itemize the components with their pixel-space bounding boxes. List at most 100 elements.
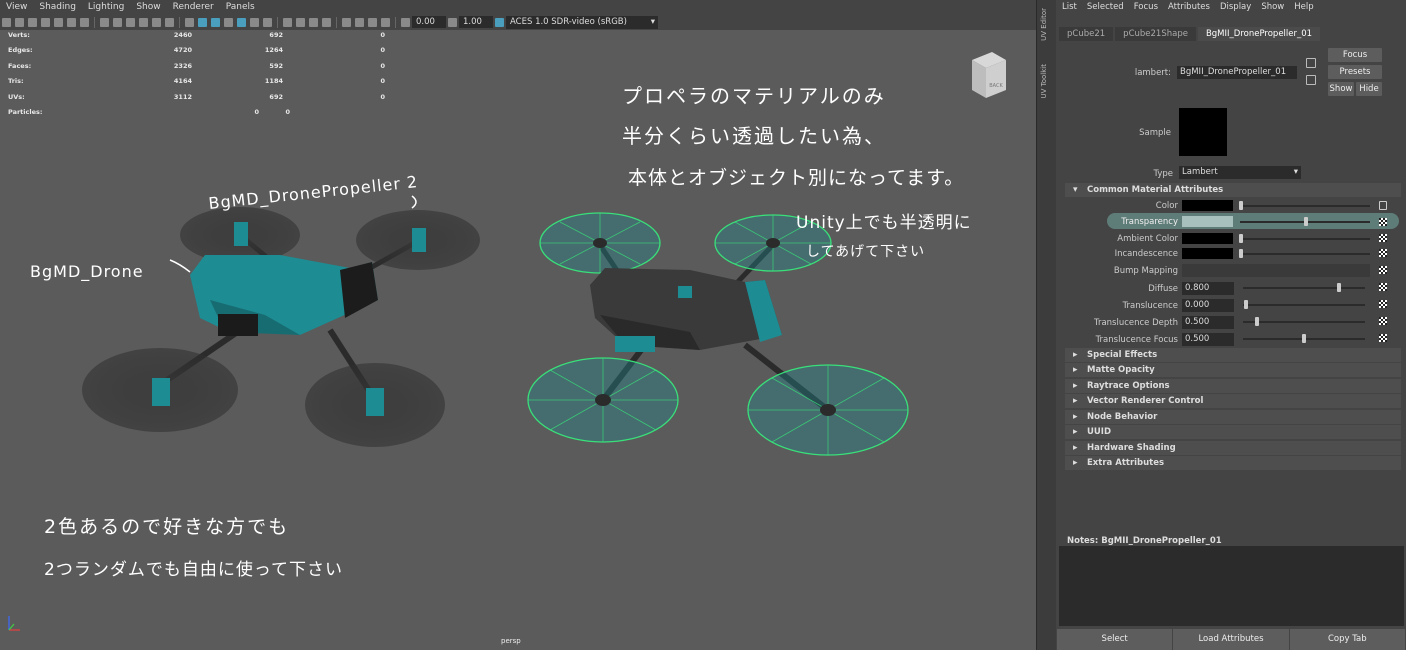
pan-zoom-icon[interactable]	[67, 17, 76, 27]
section-vector-renderer[interactable]: Vector Renderer Control	[1065, 394, 1401, 408]
bump-map-icon[interactable]	[1379, 266, 1387, 274]
ae-menu-help[interactable]: Help	[1289, 2, 1318, 12]
select-input-icon[interactable]	[1306, 58, 1316, 68]
ae-menu-display[interactable]: Display	[1215, 2, 1256, 12]
ae-menu-focus[interactable]: Focus	[1129, 2, 1163, 12]
image-plane-icon[interactable]	[41, 17, 50, 27]
translucence-slider-knob[interactable]	[1244, 300, 1248, 309]
wireframe-on-shaded-icon[interactable]	[224, 17, 233, 27]
drone-teal-model[interactable]	[82, 207, 480, 447]
ambient-occlusion-icon[interactable]	[283, 17, 292, 27]
ae-menu-attributes[interactable]: Attributes	[1163, 2, 1215, 12]
dof-icon[interactable]	[322, 17, 331, 27]
section-common-material[interactable]: Common Material Attributes	[1065, 183, 1401, 197]
hide-button[interactable]: Hide	[1356, 82, 1382, 96]
translucence-focus-map-icon[interactable]	[1379, 334, 1387, 342]
section-uuid[interactable]: UUID	[1065, 425, 1401, 439]
tab-pcube21shape[interactable]: pCube21Shape	[1115, 27, 1196, 41]
isolate-icon[interactable]	[342, 17, 351, 27]
translucence-focus-slider-knob[interactable]	[1302, 334, 1306, 343]
section-matte-opacity[interactable]: Matte Opacity	[1065, 363, 1401, 377]
incandescence-slider[interactable]	[1240, 253, 1370, 255]
ambient-map-icon[interactable]	[1379, 234, 1387, 242]
ambient-slider-knob[interactable]	[1239, 234, 1243, 243]
focus-button[interactable]: Focus	[1328, 48, 1382, 62]
select-button[interactable]: Select	[1057, 629, 1173, 650]
camera-attr-icon[interactable]	[15, 17, 24, 27]
translucence-depth-map-icon[interactable]	[1379, 317, 1387, 325]
menu-view[interactable]: View	[0, 2, 33, 12]
incandescence-swatch[interactable]	[1182, 248, 1233, 259]
ae-menu-list[interactable]: List	[1057, 2, 1082, 12]
section-node-behavior[interactable]: Node Behavior	[1065, 410, 1401, 424]
bump-mapping-field[interactable]	[1182, 264, 1370, 277]
diffuse-map-icon[interactable]	[1379, 283, 1387, 291]
view-transform-dropdown[interactable]: ACES 1.0 SDR-video (sRGB)	[506, 15, 658, 29]
camera-icon[interactable]	[2, 17, 11, 27]
material-name-field[interactable]: BgMII_DronePropeller_01	[1177, 66, 1297, 79]
incandescence-map-icon[interactable]	[1379, 249, 1387, 257]
select-output-icon[interactable]	[1306, 75, 1316, 85]
load-attributes-button[interactable]: Load Attributes	[1173, 629, 1289, 650]
diffuse-field[interactable]: 0.800	[1182, 282, 1234, 295]
color-swatch[interactable]	[1182, 200, 1233, 211]
diffuse-slider[interactable]	[1243, 287, 1365, 289]
smooth-shade-icon[interactable]	[198, 17, 207, 27]
menu-shading[interactable]: Shading	[33, 2, 82, 12]
bookmark-icon[interactable]	[28, 17, 37, 27]
ambient-slider[interactable]	[1240, 238, 1370, 240]
gamma-field[interactable]: 0.00	[412, 16, 446, 28]
backface-icon[interactable]	[381, 17, 390, 27]
translucence-depth-slider-knob[interactable]	[1255, 317, 1259, 326]
gate-mask-icon[interactable]	[139, 17, 148, 27]
antialiasing-icon[interactable]	[309, 17, 318, 27]
shadows-icon[interactable]	[263, 17, 272, 27]
translucence-focus-field[interactable]: 0.500	[1182, 333, 1234, 346]
type-dropdown[interactable]: Lambert ▾	[1179, 166, 1301, 179]
film-gate-icon[interactable]	[113, 17, 122, 27]
textured-icon[interactable]	[237, 17, 246, 27]
resolution-gate-icon[interactable]	[126, 17, 135, 27]
incandescence-slider-knob[interactable]	[1239, 249, 1243, 258]
section-raytrace-options[interactable]: Raytrace Options	[1065, 379, 1401, 393]
grid-icon[interactable]	[100, 17, 109, 27]
transparency-swatch[interactable]	[1182, 216, 1233, 227]
exposure-field[interactable]: 1.00	[459, 16, 493, 28]
menu-panels[interactable]: Panels	[220, 2, 261, 12]
xray-icon[interactable]	[355, 17, 364, 27]
ae-menu-show[interactable]: Show	[1256, 2, 1289, 12]
tab-uv-toolkit[interactable]: UV Toolkit	[1040, 64, 1048, 98]
tab-material[interactable]: BgMII_DronePropeller_01	[1197, 27, 1321, 41]
grid-2d-icon[interactable]	[54, 17, 63, 27]
section-special-effects[interactable]: Special Effects	[1065, 348, 1401, 362]
wireframe-icon[interactable]	[185, 17, 194, 27]
color-slider-knob[interactable]	[1239, 201, 1243, 210]
transparency-map-icon[interactable]	[1379, 218, 1387, 226]
viewport-panel[interactable]: View Shading Lighting Show Renderer Pane…	[0, 0, 1036, 650]
transparency-slider-knob[interactable]	[1304, 217, 1308, 226]
translucence-depth-slider[interactable]	[1243, 321, 1365, 323]
default-material-icon[interactable]	[211, 17, 220, 27]
diffuse-slider-knob[interactable]	[1337, 283, 1341, 292]
ambient-color-swatch[interactable]	[1182, 233, 1233, 244]
menu-show[interactable]: Show	[130, 2, 166, 12]
menu-lighting[interactable]: Lighting	[82, 2, 130, 12]
motion-blur-icon[interactable]	[296, 17, 305, 27]
color-slider[interactable]	[1240, 205, 1370, 207]
translucence-depth-field[interactable]: 0.500	[1182, 316, 1234, 329]
safe-action-icon[interactable]	[165, 17, 174, 27]
section-extra-attributes[interactable]: Extra Attributes	[1065, 456, 1401, 470]
lights-icon[interactable]	[250, 17, 259, 27]
grease-pencil-icon[interactable]	[80, 17, 89, 27]
translucence-map-icon[interactable]	[1379, 300, 1387, 308]
view-cube[interactable]: BACK	[968, 50, 1008, 100]
copy-tab-button[interactable]: Copy Tab	[1289, 629, 1405, 650]
color-map-icon[interactable]	[1379, 201, 1387, 210]
notes-textarea[interactable]	[1059, 546, 1404, 626]
xray-joints-icon[interactable]	[368, 17, 377, 27]
ae-menu-selected[interactable]: Selected	[1082, 2, 1129, 12]
tab-pcube21[interactable]: pCube21	[1059, 27, 1114, 41]
show-button[interactable]: Show	[1328, 82, 1354, 96]
field-chart-icon[interactable]	[152, 17, 161, 27]
color-management-icon[interactable]	[495, 17, 504, 27]
